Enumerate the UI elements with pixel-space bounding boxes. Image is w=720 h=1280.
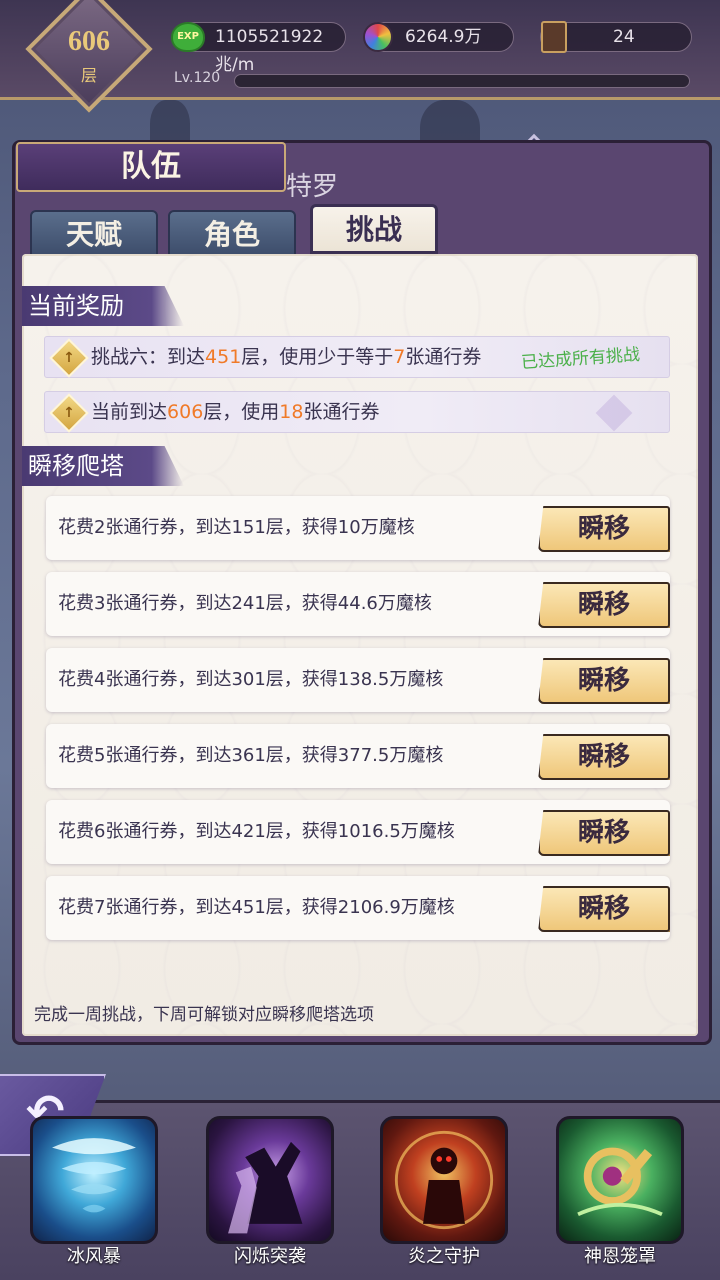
tab-challenge[interactable]: 挑战 <box>310 204 438 254</box>
skill-label: 闪烁突袭 <box>234 1246 306 1267</box>
teleport-row-text: 花费5张通行券，到达361层，获得377.5万魔核 <box>58 745 444 766</box>
skill-label: 炎之守护 <box>408 1246 480 1267</box>
level-label: Lv.120 <box>174 70 221 86</box>
holy-key-icon <box>577 1147 663 1217</box>
exp-value: 1105521922兆/m <box>215 27 324 75</box>
rainbow-orb-icon <box>359 18 397 56</box>
teleport-row-text: 花费3张通行券，到达241层，获得44.6万魔核 <box>58 593 432 614</box>
teleport-row: 花费2张通行券，到达151层，获得10万魔核 瞬移 <box>46 496 670 560</box>
tab-character[interactable]: 角色 <box>168 210 296 256</box>
teleport-row: 花费3张通行券，到达241层，获得44.6万魔核 瞬移 <box>46 572 670 636</box>
teleport-button[interactable]: 瞬移 <box>538 886 670 932</box>
teleport-row: 花费6张通行券，到达421层，获得1016.5万魔核 瞬移 <box>46 800 670 864</box>
magic-core-resource[interactable]: 6264.9万 <box>363 22 514 52</box>
challenge-text: 挑战六：到达451层，使用少于等于7张通行券 <box>91 346 482 368</box>
top-hud: 606 层 EXP 1105521922兆/m 6264.9万 24 Lv.12… <box>0 0 720 113</box>
floor-badge[interactable]: 606 层 <box>25 0 153 113</box>
tickets-value: 24 <box>613 27 635 47</box>
tornado-icon <box>52 1138 136 1213</box>
panel-ghost-text: 特罗 <box>286 172 339 202</box>
ticket-book-icon <box>535 18 573 56</box>
current-progress-text: 当前到达606层，使用18张通行券 <box>91 401 380 423</box>
floor-number: 606 <box>68 26 110 57</box>
section-teleport: 瞬移爬塔 <box>22 446 184 486</box>
current-progress-row: ↑ 当前到达606层，使用18张通行券 <box>44 391 670 433</box>
skill-divine-grace[interactable] <box>556 1116 684 1244</box>
skill-flame-guard[interactable] <box>380 1116 508 1244</box>
teleport-button[interactable]: 瞬移 <box>538 582 670 628</box>
teleport-button[interactable]: 瞬移 <box>538 810 670 856</box>
challenge-status: 已达成所有挑战 <box>520 344 641 374</box>
floor-unit: 层 <box>80 66 97 85</box>
teleport-row-text: 花费7张通行券，到达451层，获得2106.9万魔核 <box>58 897 455 918</box>
section-current-reward: 当前奖励 <box>22 286 184 326</box>
challenge-reward-row: ↑ 挑战六：到达451层，使用少于等于7张通行券 已达成所有挑战 <box>44 336 670 378</box>
sparkle-icon <box>595 394 633 432</box>
exp-resource[interactable]: EXP 1105521922兆/m <box>171 22 346 75</box>
teleport-row-text: 花费2张通行券，到达151层，获得10万魔核 <box>58 517 415 538</box>
skill-ice-storm[interactable] <box>30 1116 158 1244</box>
magic-core-value: 6264.9万 <box>405 27 482 47</box>
flame-guardian-icon <box>394 1130 494 1230</box>
teleport-row: 花费7张通行券，到达451层，获得2106.9万魔核 瞬移 <box>46 876 670 940</box>
exp-heart-icon: EXP <box>169 18 207 56</box>
teleport-button[interactable]: 瞬移 <box>538 506 670 552</box>
skill-label: 神恩笼罩 <box>584 1246 656 1267</box>
teleport-row: 花费4张通行券，到达301层，获得138.5万魔核 瞬移 <box>46 648 670 712</box>
level-progress-bar <box>234 74 690 88</box>
teleport-button[interactable]: 瞬移 <box>538 658 670 704</box>
teleport-row-text: 花费6张通行券，到达421层，获得1016.5万魔核 <box>58 821 455 842</box>
ticket-resource[interactable]: 24 <box>540 21 692 53</box>
tab-talent[interactable]: 天赋 <box>30 210 158 256</box>
panel-title: 队伍 <box>16 142 286 192</box>
shadow-strike-icon <box>228 1141 303 1234</box>
skill-label: 冰风暴 <box>67 1246 121 1267</box>
teleport-row: 花费5张通行券，到达361层，获得377.5万魔核 瞬移 <box>46 724 670 788</box>
teleport-row-text: 花费4张通行券，到达301层，获得138.5万魔核 <box>58 669 444 690</box>
skill-blink-strike[interactable] <box>206 1116 334 1244</box>
teleport-button[interactable]: 瞬移 <box>538 734 670 780</box>
footer-note: 完成一周挑战，下周可解锁对应瞬移爬塔选项 <box>34 1005 374 1025</box>
